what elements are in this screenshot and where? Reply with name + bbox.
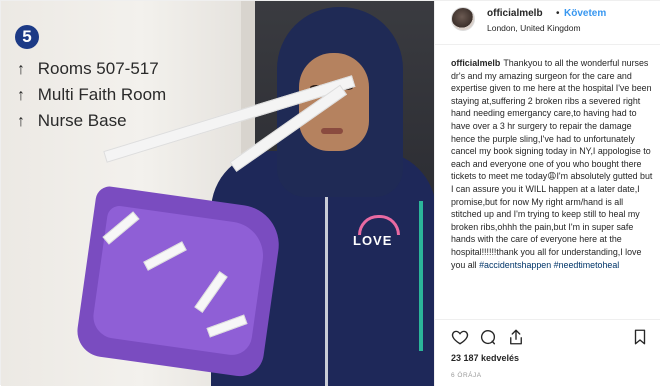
- likes-count[interactable]: 23 187 kedvelés: [451, 353, 519, 363]
- sleeve-stripe: [419, 201, 423, 351]
- post-sidebar: officialmelb • Követem London, United Ki…: [434, 1, 660, 386]
- location-link[interactable]: London, United Kingdom: [487, 23, 581, 33]
- instagram-post: 5 ↑ Rooms 507-517 ↑ Multi Faith Room ↑ N…: [0, 0, 660, 386]
- comment-icon[interactable]: [479, 328, 497, 346]
- avatar[interactable]: [451, 7, 475, 31]
- post-photo[interactable]: 5 ↑ Rooms 507-517 ↑ Multi Faith Room ↑ N…: [1, 1, 434, 386]
- separator-dot: •: [556, 8, 560, 19]
- shirt-love-text: LOVE: [353, 233, 393, 248]
- caption-text: Thankyou to all the wonderful nurses dr'…: [451, 58, 653, 270]
- sign-row-multi-faith: ↑ Multi Faith Room: [17, 85, 166, 105]
- arrow-up-icon: ↑: [17, 61, 25, 78]
- share-icon[interactable]: [507, 328, 525, 346]
- follow-button[interactable]: Követem: [564, 8, 606, 19]
- post-header: officialmelb • Követem London, United Ki…: [435, 1, 660, 45]
- hoodie-zipper: [325, 181, 328, 386]
- sign-row-label: Multi Faith Room: [37, 85, 167, 104]
- heart-icon[interactable]: [451, 328, 469, 346]
- sign-floor-badge: 5: [15, 25, 39, 49]
- header-username[interactable]: officialmelb: [487, 8, 543, 19]
- post-caption: officialmelb Thankyou to all the wonderfu…: [451, 57, 655, 317]
- bookmark-icon[interactable]: [631, 328, 649, 346]
- action-bar: [435, 319, 660, 349]
- caption-username[interactable]: officialmelb: [451, 58, 500, 68]
- arrow-up-icon: ↑: [17, 87, 25, 104]
- sign-row-label: Nurse Base: [37, 111, 127, 130]
- post-timestamp[interactable]: 6 ÓRÁJA: [451, 372, 482, 379]
- sign-row-nurse-base: ↑ Nurse Base: [17, 111, 127, 131]
- arrow-up-icon: ↑: [17, 113, 25, 130]
- caption-hashtags[interactable]: #accidentshappen #needtimetoheal: [479, 260, 619, 270]
- sign-row-rooms: ↑ Rooms 507-517: [17, 59, 159, 79]
- sign-row-label: Rooms 507-517: [37, 59, 159, 78]
- lips: [321, 128, 343, 134]
